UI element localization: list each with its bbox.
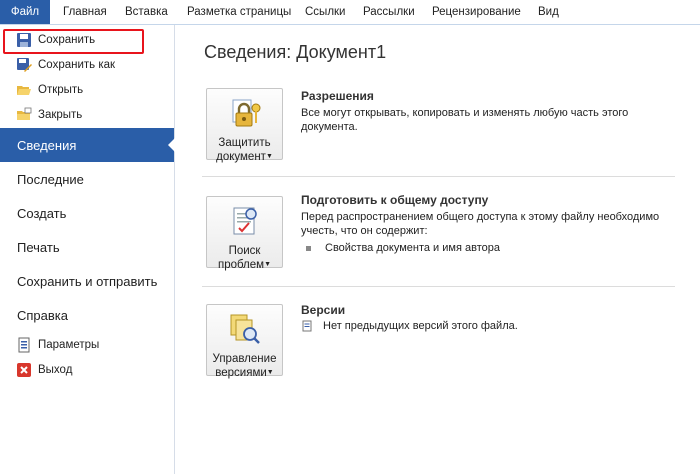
protect-label-1: Защитить <box>218 137 271 149</box>
info-pane: Сведения: Документ1 Защитить документ▼ Р… <box>175 25 700 474</box>
dropdown-caret-icon: ▼ <box>265 153 273 160</box>
versions-section: Версии Нет предыдущих версий этого файла… <box>301 303 681 332</box>
tab-references[interactable]: Ссылки <box>305 0 346 24</box>
exit-label: Выход <box>38 364 73 376</box>
prepare-bullet-text: Свойства документа и имя автора <box>325 242 500 254</box>
close-label: Закрыть <box>38 109 83 121</box>
dropdown-caret-icon: ▼ <box>264 261 272 268</box>
tab-print[interactable]: Печать <box>0 230 174 264</box>
check-for-issues-button[interactable]: Поиск проблем▼ <box>206 196 283 271</box>
save-as-label: Сохранить как <box>38 59 116 71</box>
save-highlight-box <box>3 29 144 54</box>
manage-versions-button[interactable]: Управление версиями▼ <box>206 304 283 379</box>
tab-home[interactable]: Главная <box>63 0 107 24</box>
save-as-command[interactable]: Сохранить как <box>0 53 174 77</box>
versions-text: Нет предыдущих версий этого файла. <box>323 320 518 332</box>
exit-command[interactable]: Выход <box>0 358 174 382</box>
tab-new[interactable]: Создать <box>0 196 174 230</box>
ribbon-tabs: Файл Главная Вставка Разметка страницы С… <box>0 0 700 25</box>
tab-review[interactable]: Рецензирование <box>432 0 521 24</box>
open-label: Открыть <box>38 84 84 96</box>
tab-help[interactable]: Справка <box>0 298 174 332</box>
prepare-bullet: Свойства документа и имя автора <box>301 242 681 254</box>
close-command[interactable]: Закрыть <box>0 103 174 127</box>
bullet-square-icon <box>306 245 311 251</box>
close-folder-icon <box>16 107 32 123</box>
open-command[interactable]: Открыть <box>0 78 174 102</box>
permissions-heading: Разрешения <box>301 89 374 103</box>
check-issues-label-1: Поиск <box>228 245 261 257</box>
options-label: Параметры <box>38 339 100 351</box>
open-folder-icon <box>16 82 32 98</box>
permissions-text: Все могут открывать, копировать и изменя… <box>301 107 629 133</box>
exit-icon <box>16 362 32 378</box>
options-command[interactable]: Параметры <box>0 333 174 357</box>
tab-page-layout[interactable]: Разметка страницы <box>187 0 291 24</box>
manage-versions-label-1: Управление <box>212 353 277 365</box>
options-icon <box>16 337 32 353</box>
lock-key-icon <box>227 96 263 132</box>
tab-save-and-send[interactable]: Сохранить и отправить <box>0 264 174 298</box>
tab-info[interactable]: Сведения <box>0 128 174 162</box>
tab-recent[interactable]: Последние <box>0 162 174 196</box>
protect-label-2: документ <box>216 151 266 163</box>
prepare-text: Перед распространением общего доступа к … <box>301 211 660 237</box>
versions-item: Нет предыдущих версий этого файла. <box>301 320 681 332</box>
versions-icon <box>227 312 263 348</box>
protect-document-button[interactable]: Защитить документ▼ <box>206 88 283 163</box>
save-as-icon <box>16 57 32 73</box>
divider <box>202 176 675 177</box>
tab-insert[interactable]: Вставка <box>125 0 168 24</box>
tab-file[interactable]: Файл <box>0 0 50 24</box>
divider <box>202 286 675 287</box>
backstage-nav: Сохранить Сохранить как Открыть Закрыть … <box>0 25 175 474</box>
manage-versions-label-2: версиями <box>215 367 267 379</box>
inspect-document-icon <box>227 204 263 240</box>
prepare-section: Подготовить к общему доступу Перед распр… <box>301 193 681 254</box>
tab-view[interactable]: Вид <box>538 0 559 24</box>
tab-mailings[interactable]: Рассылки <box>363 0 415 24</box>
permissions-section: Разрешения Все могут открывать, копирова… <box>301 89 681 134</box>
prepare-heading: Подготовить к общему доступу <box>301 193 489 207</box>
dropdown-caret-icon: ▼ <box>266 369 274 376</box>
versions-heading: Версии <box>301 303 346 317</box>
check-issues-label-2: проблем <box>217 259 265 271</box>
active-tab-notch <box>168 138 175 152</box>
page-title: Сведения: Документ1 <box>204 42 387 62</box>
document-icon <box>301 320 313 332</box>
